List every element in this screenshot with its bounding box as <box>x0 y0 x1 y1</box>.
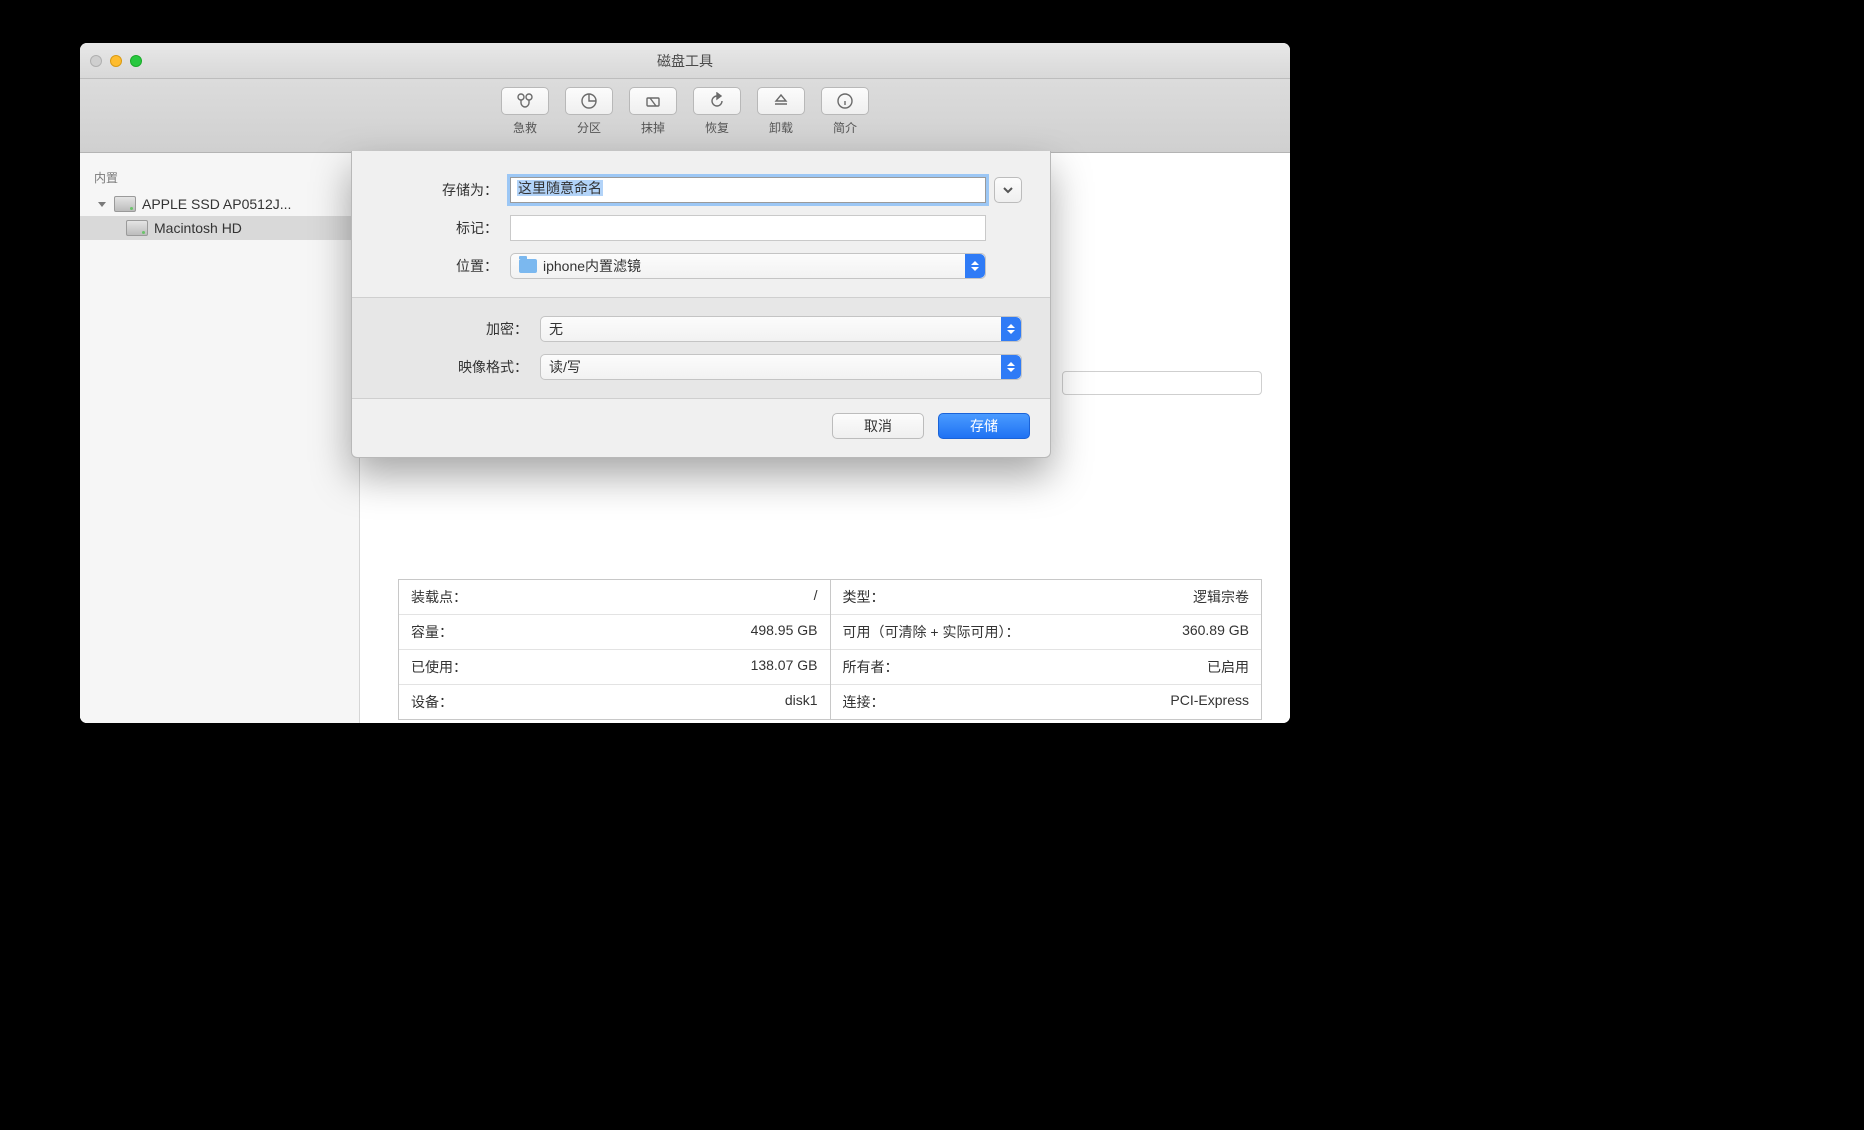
format-value: 读/写 <box>549 357 581 377</box>
save-button[interactable]: 存储 <box>938 413 1030 439</box>
sidebar-item-label: Macintosh HD <box>154 220 242 236</box>
sidebar: 内置 APPLE SSD AP0512J... Macintosh HD <box>80 153 360 723</box>
location-value: iphone内置滤镜 <box>543 256 641 276</box>
table-row: 可用（可清除 + 实际可用）：360.89 GB <box>831 615 1262 650</box>
info-icon <box>836 92 854 110</box>
table-row: 设备：disk1 <box>399 685 830 719</box>
maximize-button[interactable] <box>130 55 142 67</box>
sidebar-item-disk[interactable]: APPLE SSD AP0512J... <box>80 192 359 216</box>
main-panel: 可用 57 GB 装载点：/ 容量：498.95 GB 已使用：138.07 G… <box>360 153 1290 723</box>
eraser-icon <box>644 92 662 110</box>
toolbar-item-partition[interactable]: 分区 <box>562 87 616 136</box>
tags-label: 标记： <box>380 218 510 238</box>
toolbar: 急救 分区 抹掉 恢复 卸载 简介 <box>80 79 1290 153</box>
select-arrows-icon <box>1001 355 1021 379</box>
cancel-button[interactable]: 取消 <box>832 413 924 439</box>
table-row: 容量：498.95 GB <box>399 615 830 650</box>
traffic-lights <box>90 55 142 67</box>
detail-col-left: 装载点：/ 容量：498.95 GB 已使用：138.07 GB 设备：disk… <box>399 580 831 719</box>
minimize-button[interactable] <box>110 55 122 67</box>
format-select[interactable]: 读/写 <box>540 354 1022 380</box>
stethoscope-icon <box>516 92 534 110</box>
table-row: 类型：逻辑宗卷 <box>831 580 1262 615</box>
location-popup[interactable]: iphone内置滤镜 <box>510 253 986 279</box>
saveas-input[interactable]: 这里随意命名 <box>510 177 986 203</box>
detail-table: 装载点：/ 容量：498.95 GB 已使用：138.07 GB 设备：disk… <box>398 579 1262 720</box>
folder-icon <box>519 259 537 273</box>
toolbar-item-first-aid[interactable]: 急救 <box>498 87 552 136</box>
toolbar-item-info[interactable]: 简介 <box>818 87 872 136</box>
save-sheet: 存储为： 这里随意命名 标记： <box>351 151 1051 458</box>
format-label: 映像格式： <box>380 357 540 377</box>
toolbar-item-restore[interactable]: 恢复 <box>690 87 744 136</box>
chevron-down-icon <box>1002 184 1014 196</box>
expand-button[interactable] <box>994 177 1022 203</box>
table-row: 已使用：138.07 GB <box>399 650 830 685</box>
close-button[interactable] <box>90 55 102 67</box>
disk-utility-window: 磁盘工具 急救 分区 抹掉 恢复 卸载 简介 内置 <box>80 43 1290 723</box>
tags-input[interactable] <box>510 215 986 241</box>
sidebar-section-internal: 内置 <box>80 163 359 192</box>
pie-chart-icon <box>580 92 598 110</box>
window-title: 磁盘工具 <box>80 51 1290 71</box>
search-input-stub[interactable] <box>1062 371 1262 395</box>
table-row: 连接：PCI-Express <box>831 685 1262 719</box>
encryption-label: 加密： <box>380 319 540 339</box>
encryption-value: 无 <box>549 319 563 339</box>
sidebar-item-volume[interactable]: Macintosh HD <box>80 216 359 240</box>
toolbar-item-erase[interactable]: 抹掉 <box>626 87 680 136</box>
detail-col-right: 类型：逻辑宗卷 可用（可清除 + 实际可用）：360.89 GB 所有者：已启用… <box>831 580 1262 719</box>
toolbar-item-unmount[interactable]: 卸载 <box>754 87 808 136</box>
titlebar: 磁盘工具 <box>80 43 1290 79</box>
sidebar-item-label: APPLE SSD AP0512J... <box>142 196 291 212</box>
eject-icon <box>772 92 790 110</box>
encryption-select[interactable]: 无 <box>540 316 1022 342</box>
popup-arrows-icon <box>965 254 985 278</box>
select-arrows-icon <box>1001 317 1021 341</box>
restore-icon <box>708 92 726 110</box>
location-label: 位置： <box>380 256 510 276</box>
table-row: 装载点：/ <box>399 580 830 615</box>
table-row: 所有者：已启用 <box>831 650 1262 685</box>
saveas-label: 存储为： <box>380 180 510 200</box>
disk-icon <box>114 196 136 212</box>
disk-icon <box>126 220 148 236</box>
disclosure-triangle-icon[interactable] <box>98 202 106 207</box>
